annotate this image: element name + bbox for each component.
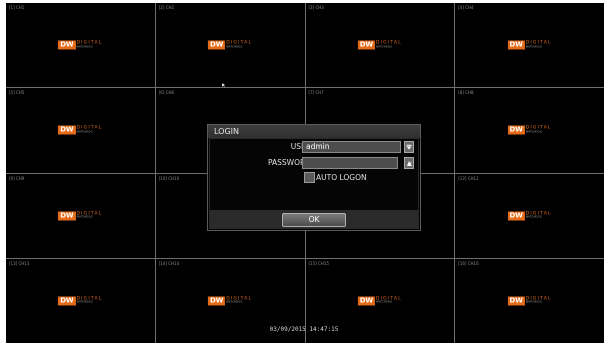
login-dialog: LOGIN USER admin PASSWORD AUTO LOGON OK [207,124,421,231]
logo-mark: DW [208,40,226,50]
digital-watchdog-logo: DW DIGITAL WATCHDOG [58,125,102,135]
logo-sub-text: WATCHDOG [76,130,93,134]
digital-watchdog-logo: DW DIGITAL WATCHDOG [507,40,552,50]
camera-tile[interactable]: [8] CH8 DW DIGITAL WATCHDOG [455,88,604,173]
channel-label: [15] CH15 [308,260,329,266]
logo-mark: DW [357,296,375,306]
logo-mark: DW [507,40,525,50]
logo-mark: DW [208,296,226,306]
mouse-pointer-icon [222,83,226,87]
channel-label: [13] CH13 [9,260,30,266]
channel-label: [1] CH1 [9,5,25,10]
login-dialog-title: LOGIN [208,125,420,138]
virtual-keyboard-button[interactable] [404,157,414,169]
chevron-down-icon [406,144,412,150]
camera-tile[interactable]: [4] CH4 DW DIGITAL WATCHDOG [455,3,604,88]
camera-tile[interactable]: [2] CH2 DW DIGITAL WATCHDOG [155,3,305,88]
camera-tile[interactable]: [5] CH5 DW DIGITAL WATCHDOG [6,88,155,173]
logo-sub-text: WATCHDOG [375,300,393,304]
auto-logon-checkbox[interactable] [304,172,315,183]
logo-sub-text: WATCHDOG [375,45,393,49]
camera-tile[interactable]: [9] CH9 DW DIGITAL WATCHDOG [6,173,155,258]
logo-mark: DW [357,40,375,50]
channel-label: [3] CH3 [308,5,324,10]
digital-watchdog-logo: DW DIGITAL WATCHDOG [507,125,552,135]
logo-mark: DW [507,211,525,221]
channel-label: [7] CH7 [308,90,324,96]
logo-sub-text: WATCHDOG [525,130,542,134]
user-select[interactable]: admin [302,141,401,153]
logo-sub-text: WATCHDOG [525,215,542,219]
virtual-keyboard-icon [406,160,412,166]
channel-label: [4] CH4 [458,5,474,10]
digital-watchdog-logo: DW DIGITAL WATCHDOG [507,296,552,306]
channel-label: [12] CH12 [458,175,479,181]
digital-watchdog-logo: DW DIGITAL WATCHDOG [208,296,252,306]
digital-watchdog-logo: DW DIGITAL WATCHDOG [58,296,102,306]
digital-watchdog-logo: DW DIGITAL WATCHDOG [58,40,102,50]
channel-label: [10] CH10 [158,175,180,181]
channel-label: [9] CH9 [9,175,25,181]
digital-watchdog-logo: DW DIGITAL WATCHDOG [357,296,402,306]
channel-label: [2] CH2 [158,5,175,10]
logo-sub-text: WATCHDOG [76,215,93,219]
password-field[interactable] [302,157,398,169]
logo-sub-text: WATCHDOG [525,300,542,304]
camera-tile[interactable]: [3] CH3 DW DIGITAL WATCHDOG [305,3,455,88]
logo-mark: DW [58,211,76,221]
camera-tile[interactable]: [12] CH12 DW DIGITAL WATCHDOG [455,173,604,258]
ok-button[interactable]: OK [282,213,346,227]
logo-mark: DW [507,296,525,306]
logo-mark: DW [58,125,76,135]
logo-mark: DW [58,40,76,50]
camera-tile[interactable]: [1] CH1 DW DIGITAL WATCHDOG [6,3,155,88]
logo-sub-text: WATCHDOG [76,300,93,304]
logo-mark: DW [58,296,76,306]
logo-sub-text: WATCHDOG [226,300,243,304]
channel-label: [16] CH16 [458,260,479,266]
digital-watchdog-logo: DW DIGITAL WATCHDOG [507,211,552,221]
user-dropdown-button[interactable] [404,141,414,153]
channel-label: [6] CH6 [158,90,175,96]
logo-sub-text: WATCHDOG [525,45,542,49]
system-datetime: 03/09/2015 14:47:15 [269,326,339,333]
logo-sub-text: WATCHDOG [226,45,243,49]
channel-label: [8] CH8 [458,90,474,96]
channel-label: [5] CH5 [9,90,25,96]
digital-watchdog-logo: DW DIGITAL WATCHDOG [58,211,102,221]
auto-logon-label: AUTO LOGON [316,173,367,182]
channel-label: [14] CH14 [158,260,180,266]
logo-mark: DW [507,125,525,135]
logo-sub-text: WATCHDOG [76,45,93,49]
digital-watchdog-logo: DW DIGITAL WATCHDOG [357,40,402,50]
digital-watchdog-logo: DW DIGITAL WATCHDOG [208,40,252,50]
